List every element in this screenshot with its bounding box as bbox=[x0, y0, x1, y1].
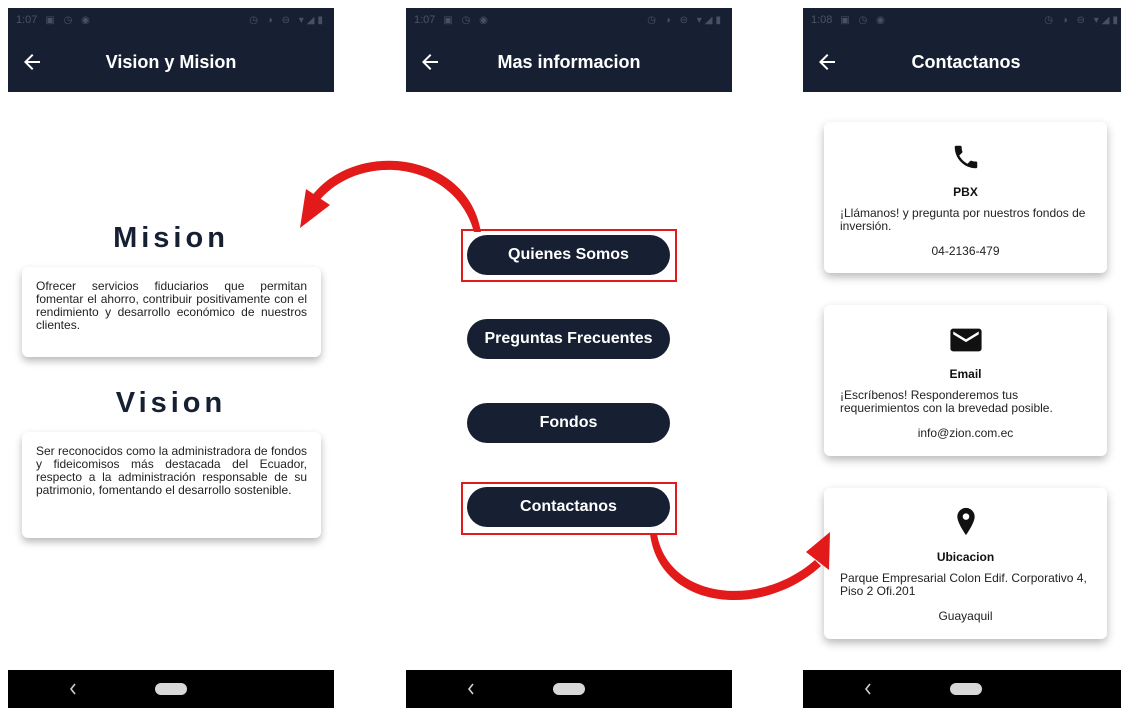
highlight-box-contactanos bbox=[461, 482, 677, 535]
back-arrow-icon[interactable] bbox=[418, 50, 442, 74]
location-card[interactable]: Ubicacion Parque Empresarial Colon Edif.… bbox=[824, 488, 1107, 639]
email-title: Email bbox=[949, 367, 982, 381]
nav-home-pill[interactable] bbox=[155, 683, 187, 695]
vision-card: Ser reconocidos como la administradora d… bbox=[22, 432, 321, 538]
page-title: Mas informacion bbox=[497, 51, 641, 72]
location-title: Ubicacion bbox=[936, 550, 995, 564]
mision-heading: Mision bbox=[113, 222, 229, 254]
status-bar: 1:08 ▣ ◷ ◉ ◷ ◑ ⊖ ▾◢▮ bbox=[803, 8, 1121, 32]
nav-home-pill[interactable] bbox=[950, 683, 982, 695]
mision-text: Ofrecer servicios fiduciarios que permit… bbox=[36, 279, 307, 332]
system-status-icons: ◷ ◑ ⊖ ▾◢▮ bbox=[647, 14, 724, 26]
screen-contactanos: 1:08 ▣ ◷ ◉ ◷ ◑ ⊖ ▾◢▮ Contactanos PBX ¡Ll… bbox=[803, 8, 1121, 708]
system-nav-bar bbox=[8, 670, 334, 708]
system-status-icons: ◷ ◑ ⊖ ▾◢▮ bbox=[249, 14, 326, 26]
status-time: 1:07 bbox=[414, 14, 436, 26]
mail-icon bbox=[949, 328, 982, 352]
system-status-icons: ◷ ◑ ⊖ ▾◢▮ bbox=[1044, 14, 1121, 26]
mision-card: Ofrecer servicios fiduciarios que permit… bbox=[22, 267, 321, 357]
location-address: Parque Empresarial Colon Edif. Corporati… bbox=[840, 571, 1087, 598]
nav-back-icon[interactable] bbox=[464, 680, 478, 698]
screen-mas-informacion: 1:07 ▣ ◷ ◉ ◷ ◑ ⊖ ▾◢▮ Mas informacion Qui… bbox=[406, 8, 732, 708]
app-bar: Vision y Mision bbox=[8, 32, 334, 92]
nav-back-icon[interactable] bbox=[66, 680, 80, 698]
highlight-box-quienes-somos bbox=[461, 229, 677, 282]
status-time: 1:08 bbox=[811, 14, 833, 26]
back-arrow-icon[interactable] bbox=[20, 50, 44, 74]
vision-heading: Vision bbox=[115, 387, 227, 419]
location-city: Guayaquil bbox=[938, 609, 993, 623]
page-title: Contactanos bbox=[911, 51, 1021, 72]
nav-home-pill[interactable] bbox=[553, 683, 585, 695]
email-card[interactable]: Email ¡Escríbenos! Responderemos tus req… bbox=[824, 305, 1107, 456]
location-pin-icon bbox=[956, 507, 975, 535]
vision-text: Ser reconocidos como la administradora d… bbox=[36, 444, 307, 497]
pbx-card[interactable]: PBX ¡Llámanos! y pregunta por nuestros f… bbox=[824, 122, 1107, 273]
pbx-title: PBX bbox=[953, 185, 978, 199]
phone-icon bbox=[954, 145, 977, 169]
page-title: Vision y Mision bbox=[105, 51, 237, 72]
email-description: ¡Escríbenos! Responderemos tus requerimi… bbox=[840, 388, 1053, 415]
screen-vision-mision: 1:07 ▣ ◷ ◉ ◷ ◑ ⊖ ▾◢▮ Vision y Mision Mis… bbox=[8, 8, 334, 708]
preguntas-frecuentes-button[interactable]: Preguntas Frecuentes bbox=[467, 319, 670, 359]
notification-icons: ▣ ◷ ◉ bbox=[443, 14, 491, 26]
status-bar: 1:07 ▣ ◷ ◉ ◷ ◑ ⊖ ▾◢▮ bbox=[406, 8, 732, 32]
system-nav-bar bbox=[406, 670, 732, 708]
fondos-button[interactable]: Fondos bbox=[467, 403, 670, 443]
nav-back-icon[interactable] bbox=[861, 680, 875, 698]
pbx-description: ¡Llámanos! y pregunta por nuestros fondo… bbox=[840, 206, 1086, 233]
notification-icons: ▣ ◷ ◉ bbox=[840, 14, 888, 26]
system-nav-bar bbox=[803, 670, 1121, 708]
status-bar: 1:07 ▣ ◷ ◉ ◷ ◑ ⊖ ▾◢▮ bbox=[8, 8, 334, 32]
email-address[interactable]: info@zion.com.ec bbox=[824, 426, 1107, 440]
notification-icons: ▣ ◷ ◉ bbox=[45, 14, 93, 26]
status-time: 1:07 bbox=[16, 14, 38, 26]
app-bar: Mas informacion bbox=[406, 32, 732, 92]
pbx-phone-number[interactable]: 04-2136-479 bbox=[824, 244, 1107, 258]
app-bar: Contactanos bbox=[803, 32, 1121, 92]
back-arrow-icon[interactable] bbox=[815, 50, 839, 74]
